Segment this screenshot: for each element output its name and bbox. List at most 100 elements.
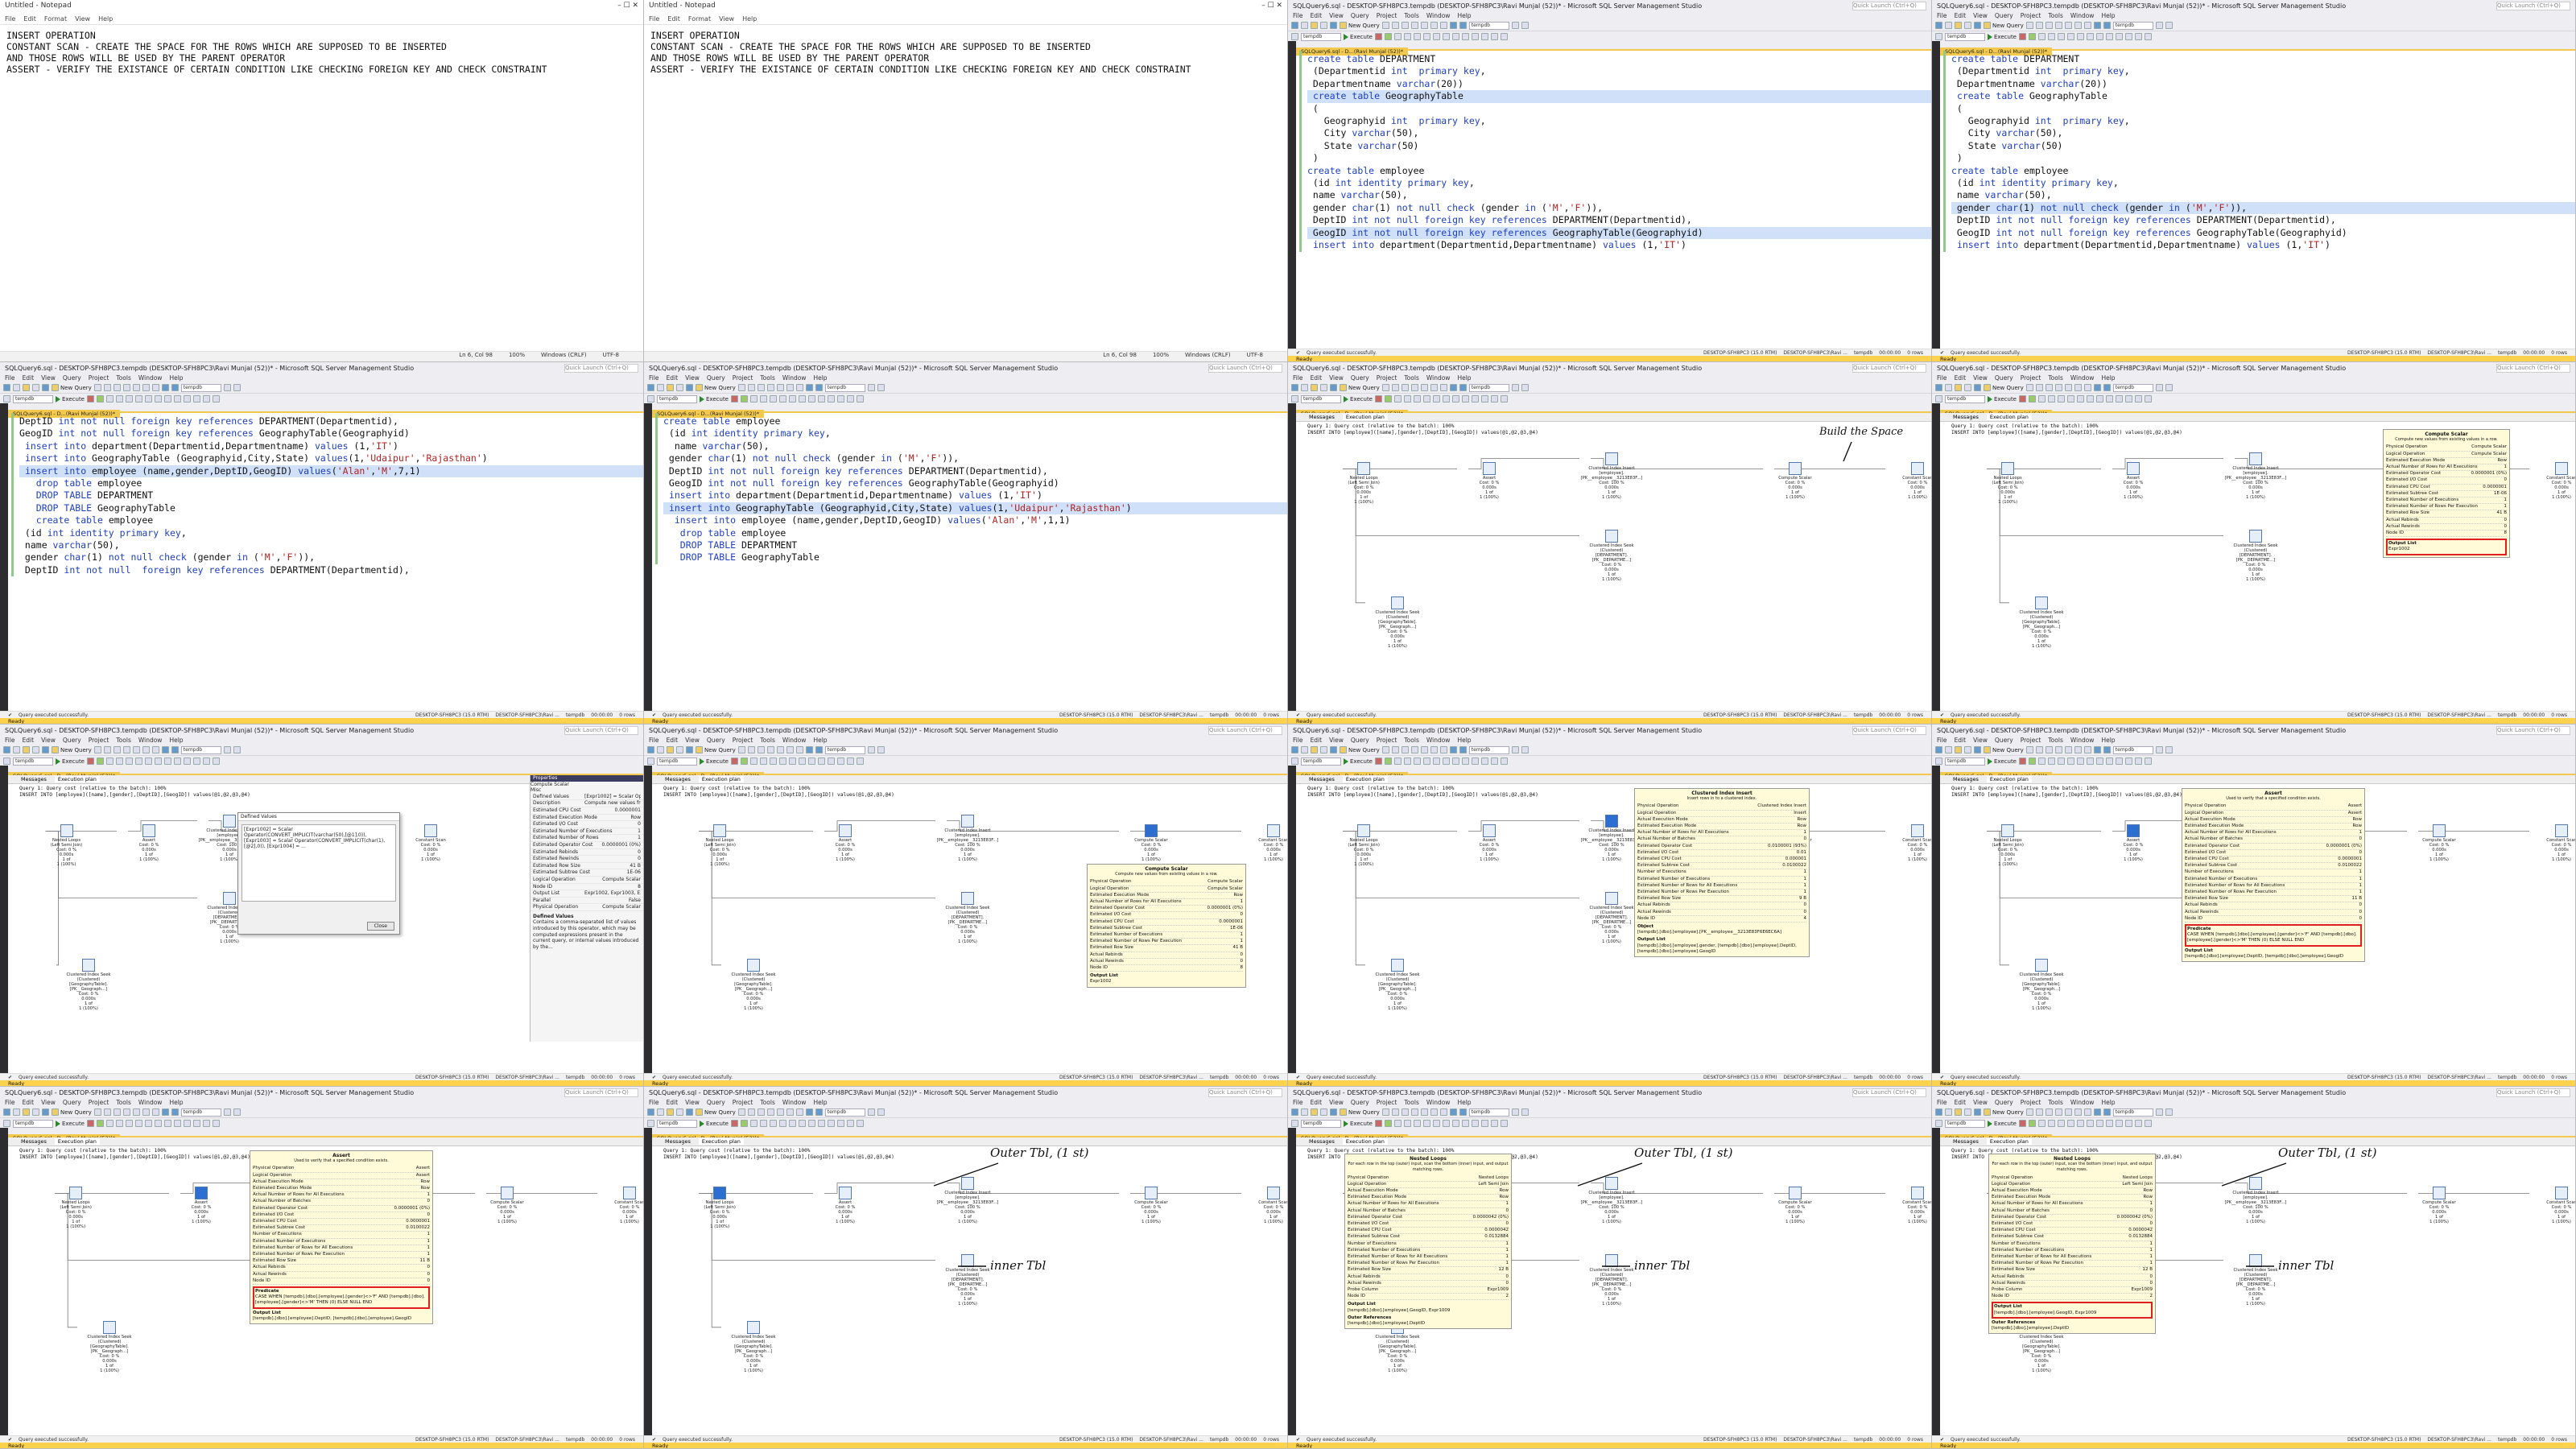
menu-tools[interactable]: Tools bbox=[760, 374, 774, 382]
menu-window[interactable]: Window bbox=[138, 737, 163, 744]
include-actual-plan-icon[interactable] bbox=[2058, 395, 2065, 402]
plan-node[interactable]: Clustered Index Insert[employee].[PK__em… bbox=[2223, 1176, 2288, 1224]
mdx-icon[interactable] bbox=[103, 1108, 111, 1116]
notepad-text-area[interactable]: INSERT OPERATION CONSTANT SCAN - CREATE T… bbox=[0, 25, 643, 80]
code-line[interactable]: DeptID int not null foreign key referenc… bbox=[1951, 214, 2575, 226]
property-row[interactable]: Defined Values[Expr1002] = Scalar Operat… bbox=[530, 794, 643, 801]
code-line[interactable]: create table GeographyTable bbox=[1307, 90, 1931, 103]
connect-icon[interactable] bbox=[3, 395, 10, 402]
menu-help[interactable]: Help bbox=[169, 737, 183, 744]
indent-icon[interactable] bbox=[1491, 1120, 1498, 1127]
outdent-icon[interactable] bbox=[1501, 395, 1508, 402]
save-icon[interactable] bbox=[1330, 1108, 1337, 1116]
client-stats-icon[interactable] bbox=[145, 758, 152, 765]
execute-button[interactable]: Execute bbox=[1344, 395, 1373, 402]
xmla-icon[interactable] bbox=[122, 384, 130, 391]
redo-icon[interactable] bbox=[2103, 22, 2111, 29]
open-icon[interactable] bbox=[1320, 746, 1327, 753]
paste-icon[interactable] bbox=[795, 746, 803, 753]
properties-icon[interactable] bbox=[233, 384, 241, 391]
paste-icon[interactable] bbox=[795, 1108, 803, 1116]
properties-icon[interactable] bbox=[1521, 746, 1529, 753]
save-icon[interactable] bbox=[1974, 1108, 1981, 1116]
execute-button[interactable]: Execute bbox=[700, 1120, 729, 1127]
outdent-icon[interactable] bbox=[1501, 1120, 1508, 1127]
paste-icon[interactable] bbox=[1439, 1108, 1447, 1116]
parse-icon[interactable] bbox=[1385, 395, 1392, 402]
property-row[interactable]: Estimated I/O Cost 0 bbox=[530, 821, 643, 828]
forward-icon[interactable] bbox=[13, 746, 20, 753]
solution-config-combo[interactable]: tempdb bbox=[2112, 1108, 2153, 1117]
back-icon[interactable] bbox=[3, 746, 10, 753]
quick-launch-input[interactable]: Quick Launch (Ctrl+Q) bbox=[564, 1088, 638, 1097]
menu-file[interactable]: File bbox=[1293, 374, 1303, 382]
outdent-icon[interactable] bbox=[213, 758, 220, 765]
mdx-icon[interactable] bbox=[103, 746, 111, 753]
menu-edit[interactable]: Edit bbox=[1955, 1099, 1967, 1106]
results-text-icon[interactable] bbox=[799, 395, 806, 402]
new-file-icon[interactable] bbox=[1955, 22, 1962, 29]
menu-edit[interactable]: Edit bbox=[1311, 737, 1323, 744]
forward-icon[interactable] bbox=[1301, 746, 1308, 753]
object-explorer-collapsed[interactable] bbox=[1932, 766, 1940, 1073]
property-row[interactable]: Estimated Rebinds 0 bbox=[530, 849, 643, 857]
parse-icon[interactable] bbox=[741, 758, 748, 765]
results-grid-icon[interactable] bbox=[1452, 1120, 1459, 1127]
forward-icon[interactable] bbox=[1301, 384, 1308, 391]
intellisense-icon[interactable] bbox=[760, 758, 767, 765]
redo-icon[interactable] bbox=[1459, 1108, 1467, 1116]
undo-icon[interactable] bbox=[161, 746, 169, 753]
cancel-query-icon[interactable] bbox=[731, 758, 738, 765]
find-icon[interactable] bbox=[2155, 746, 2163, 753]
client-stats-icon[interactable] bbox=[2077, 1120, 2084, 1127]
indent-icon[interactable] bbox=[1491, 758, 1498, 765]
include-actual-plan-icon[interactable] bbox=[1414, 758, 1421, 765]
uncomment-icon[interactable] bbox=[1481, 1120, 1488, 1127]
menu-query[interactable]: Query bbox=[63, 1099, 81, 1106]
plan-node[interactable]: Clustered Index Seek (Clustered) [Geograp… bbox=[77, 1320, 142, 1373]
plan-node[interactable]: Clustered Index Insert[employee].[PK__em… bbox=[935, 814, 1000, 862]
code-line[interactable]: insert into department(Departmentid,Depa… bbox=[19, 440, 643, 452]
plan-node[interactable]: AssertCost: 0 %0.000s1 of1 (100%) bbox=[169, 1187, 233, 1224]
new-query-button[interactable]: New Query bbox=[696, 1108, 736, 1116]
sql-editor[interactable]: create table DEPARTMENT (Departmentid in… bbox=[1296, 51, 1931, 252]
object-explorer-collapsed[interactable] bbox=[0, 403, 8, 711]
menu-tools[interactable]: Tools bbox=[1404, 374, 1418, 382]
menu-window[interactable]: Window bbox=[138, 374, 163, 382]
include-actual-plan-icon[interactable] bbox=[2058, 33, 2065, 40]
copy-icon[interactable] bbox=[142, 746, 150, 753]
results-text-icon[interactable] bbox=[155, 395, 162, 402]
cancel-query-icon[interactable] bbox=[731, 1120, 738, 1127]
properties-icon[interactable] bbox=[1521, 1108, 1529, 1116]
plan-node[interactable]: AssertCost: 0 %0.000s1 of1 (100%) bbox=[117, 824, 181, 862]
object-explorer-collapsed[interactable] bbox=[1288, 1128, 1296, 1435]
window-controls[interactable]: – ☐ ✕ bbox=[1261, 2, 1282, 13]
cut-icon[interactable] bbox=[1420, 746, 1428, 753]
cancel-query-icon[interactable] bbox=[87, 1120, 94, 1127]
indent-icon[interactable] bbox=[1491, 395, 1498, 402]
results-file-icon[interactable] bbox=[2106, 33, 2113, 40]
property-row[interactable]: DescriptionCompute new values from exist… bbox=[530, 800, 643, 807]
comment-icon[interactable] bbox=[1472, 395, 1479, 402]
cancel-query-icon[interactable] bbox=[87, 395, 94, 402]
intellisense-icon[interactable] bbox=[760, 1120, 767, 1127]
sql-editor[interactable]: create table employee (id int identity p… bbox=[652, 413, 1287, 564]
database-select[interactable]: tempdb bbox=[13, 757, 53, 766]
database-select[interactable]: tempdb bbox=[1945, 1119, 1985, 1128]
uncomment-icon[interactable] bbox=[837, 1120, 844, 1127]
menu-view[interactable]: View bbox=[1329, 374, 1344, 382]
new-query-button[interactable]: New Query bbox=[1984, 384, 2024, 391]
plan-node[interactable]: Clustered Index Seek (Clustered) [Geograp… bbox=[2009, 958, 2074, 1011]
menu-view[interactable]: View bbox=[1973, 737, 1988, 744]
db-engine-query-icon[interactable] bbox=[1381, 1108, 1389, 1116]
db-engine-query-icon[interactable] bbox=[2025, 1108, 2033, 1116]
xmla-icon[interactable] bbox=[2054, 746, 2062, 753]
uncomment-icon[interactable] bbox=[1481, 395, 1488, 402]
back-icon[interactable] bbox=[1291, 1108, 1298, 1116]
property-row[interactable]: Node ID 8 bbox=[530, 884, 643, 891]
quick-launch-input[interactable]: Quick Launch (Ctrl+Q) bbox=[564, 725, 638, 735]
menu-edit[interactable]: Edit bbox=[1311, 374, 1323, 382]
include-actual-plan-icon[interactable] bbox=[1414, 395, 1421, 402]
copy-icon[interactable] bbox=[142, 1108, 150, 1116]
connect-icon[interactable] bbox=[647, 1120, 654, 1127]
